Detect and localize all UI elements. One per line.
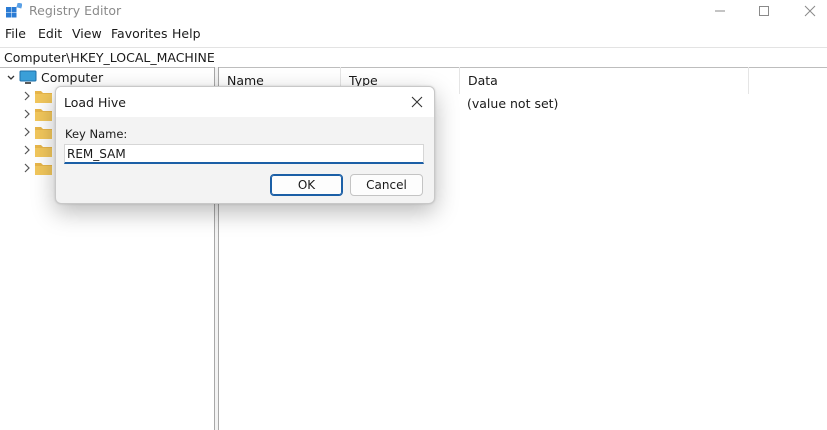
maximize-icon: [759, 6, 769, 16]
tree-item[interactable]: [0, 87, 60, 105]
tree-root-label: Computer: [41, 70, 104, 85]
menu-edit[interactable]: Edit: [38, 26, 62, 41]
tree-item[interactable]: [0, 123, 60, 141]
dialog-close-button[interactable]: [408, 93, 426, 111]
chevron-right-icon[interactable]: [22, 161, 32, 175]
cancel-button[interactable]: Cancel: [350, 174, 423, 196]
folder-icon: [35, 127, 52, 139]
minimize-button[interactable]: [697, 0, 743, 22]
value-data-cell[interactable]: (value not set): [467, 96, 558, 111]
key-name-input[interactable]: [64, 144, 424, 164]
chevron-down-icon[interactable]: [6, 71, 16, 85]
tree-item[interactable]: [0, 141, 60, 159]
close-icon: [804, 5, 816, 17]
ok-button[interactable]: OK: [270, 174, 343, 196]
menu-view[interactable]: View: [72, 26, 102, 41]
key-name-label: Key Name:: [65, 127, 128, 141]
window-title: Registry Editor: [29, 3, 122, 18]
computer-icon: [19, 70, 37, 84]
tree-item[interactable]: [0, 105, 60, 123]
address-path[interactable]: Computer\HKEY_LOCAL_MACHINE: [4, 50, 215, 65]
close-window-button[interactable]: [787, 0, 827, 22]
chevron-right-icon[interactable]: [22, 143, 32, 157]
folder-icon: [35, 145, 52, 157]
menu-favorites[interactable]: Favorites: [111, 26, 167, 41]
folder-icon: [35, 109, 52, 121]
menu-file[interactable]: File: [5, 26, 26, 41]
dialog-title-bar: Load Hive: [56, 87, 434, 117]
maximize-button[interactable]: [741, 0, 787, 22]
chevron-right-icon[interactable]: [22, 107, 32, 121]
chevron-right-icon[interactable]: [22, 125, 32, 139]
dialog-title: Load Hive: [64, 95, 126, 110]
chevron-right-icon[interactable]: [22, 89, 32, 103]
menu-help[interactable]: Help: [172, 26, 201, 41]
column-header-data[interactable]: Data: [460, 67, 749, 94]
address-bar[interactable]: Computer\HKEY_LOCAL_MACHINE: [0, 47, 827, 68]
close-icon: [411, 96, 423, 108]
minimize-icon: [715, 10, 725, 12]
folder-icon: [35, 91, 52, 103]
tree-item-computer[interactable]: Computer: [0, 69, 214, 87]
folder-icon: [35, 163, 52, 175]
title-bar: Registry Editor: [0, 0, 827, 22]
registry-editor-icon: [6, 3, 22, 18]
tree-item[interactable]: [0, 159, 60, 177]
load-hive-dialog: Load Hive Key Name: OK Cancel: [55, 86, 435, 204]
